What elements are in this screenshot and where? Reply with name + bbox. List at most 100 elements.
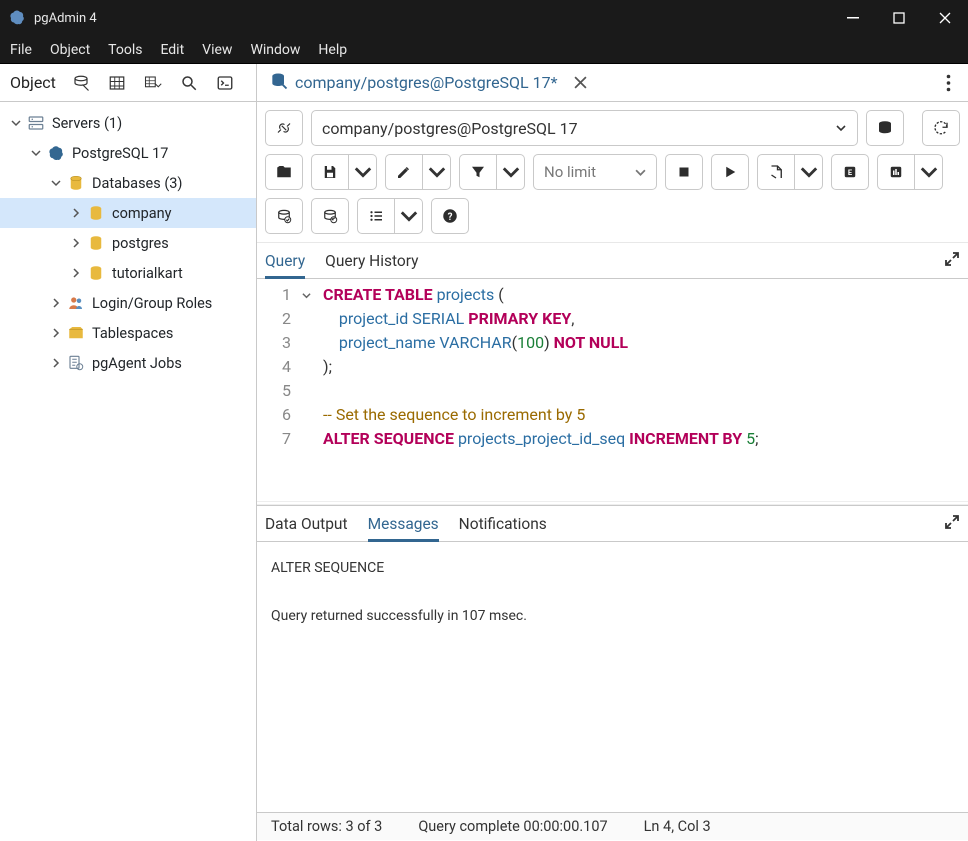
svg-text:?: ?: [448, 212, 453, 223]
menu-view[interactable]: View: [202, 42, 232, 58]
macro-button[interactable]: [877, 154, 915, 190]
macros-list-button[interactable]: [357, 198, 395, 234]
view-data-icon[interactable]: [100, 68, 134, 98]
reset-layout-button[interactable]: [922, 110, 960, 146]
status-cursor-pos: Ln 4, Col 3: [644, 818, 711, 835]
tree-pg17[interactable]: PostgreSQL 17: [0, 138, 256, 168]
code-area[interactable]: CREATE TABLE projects ( project_id SERIA…: [315, 279, 968, 501]
tree-label: tutorialkart: [112, 265, 183, 282]
chevron-right-icon[interactable]: [68, 235, 84, 251]
new-connection-button[interactable]: [866, 110, 904, 146]
tab-messages[interactable]: Messages: [368, 506, 439, 541]
tree-tablespaces[interactable]: Tablespaces: [0, 318, 256, 348]
servers-icon: [26, 113, 46, 133]
tab-query[interactable]: Query: [265, 243, 305, 278]
chevron-down-icon[interactable]: [8, 115, 24, 131]
tree-servers[interactable]: Servers (1): [0, 108, 256, 138]
chevron-down-icon: [635, 167, 646, 178]
rollback-button[interactable]: [311, 198, 349, 234]
menu-object[interactable]: Object: [50, 42, 90, 58]
sidebar-heading: Object: [6, 73, 62, 92]
window-close-button[interactable]: [922, 0, 968, 36]
tree-pgagent[interactable]: pgAgent Jobs: [0, 348, 256, 378]
edit-button[interactable]: [385, 154, 423, 190]
macro-dropdown[interactable]: [915, 154, 943, 190]
sql-editor[interactable]: 1 2 3 4 5 6 7 CREATE TABLE projects ( pr…: [257, 279, 968, 501]
chevron-right-icon[interactable]: [68, 265, 84, 281]
explain-button[interactable]: [757, 154, 795, 190]
document-tab[interactable]: company/postgres@PostgreSQL 17*: [265, 64, 594, 101]
edit-dropdown[interactable]: [423, 154, 451, 190]
database-icon: [86, 263, 106, 283]
explain-analyze-button[interactable]: E: [831, 154, 869, 190]
help-button[interactable]: ?: [431, 198, 469, 234]
explain-dropdown[interactable]: [795, 154, 823, 190]
tab-query-history[interactable]: Query History: [325, 243, 418, 278]
tree-label: PostgreSQL 17: [72, 145, 168, 162]
query-tool-icon[interactable]: [64, 68, 98, 98]
chevron-right-icon[interactable]: [68, 205, 84, 221]
chevron-down-icon[interactable]: [48, 175, 64, 191]
tree-label: postgres: [112, 235, 169, 252]
close-icon[interactable]: [572, 74, 590, 92]
chevron-right-icon[interactable]: [48, 325, 64, 341]
expand-output-icon[interactable]: [944, 514, 960, 534]
tree-login-roles[interactable]: Login/Group Roles: [0, 288, 256, 318]
tree-label: pgAgent Jobs: [92, 355, 182, 372]
fold-icon[interactable]: [297, 283, 315, 307]
limit-select[interactable]: No limit: [533, 154, 657, 190]
tree-db-postgres[interactable]: postgres: [0, 228, 256, 258]
chevron-down-icon[interactable]: [28, 145, 44, 161]
tab-data-output[interactable]: Data Output: [265, 506, 348, 541]
document-tabbar: company/postgres@PostgreSQL 17*: [257, 64, 968, 102]
tree-label: company: [112, 205, 171, 222]
stop-button[interactable]: [665, 154, 703, 190]
connection-select[interactable]: company/postgres@PostgreSQL 17: [311, 110, 858, 146]
save-file-dropdown[interactable]: [349, 154, 377, 190]
message-line: ALTER SEQUENCE: [271, 556, 954, 580]
query-tool-panel: company/postgres@PostgreSQL 17* company/…: [257, 64, 968, 841]
tree-label: Servers (1): [52, 115, 122, 132]
connection-toggle-button[interactable]: [265, 110, 303, 146]
menu-file[interactable]: File: [10, 42, 32, 58]
status-time: Query complete 00:00:00.107: [418, 818, 607, 835]
line-gutter: 1 2 3 4 5 6 7: [257, 279, 297, 501]
statusbar: Total rows: 3 of 3 Query complete 00:00:…: [257, 812, 968, 840]
commit-button[interactable]: [265, 198, 303, 234]
open-file-button[interactable]: [265, 154, 303, 190]
fold-gutter: [297, 279, 315, 501]
menu-edit[interactable]: Edit: [160, 42, 184, 58]
filter-dropdown[interactable]: [497, 154, 525, 190]
tablespace-icon: [66, 323, 86, 343]
search-objects-icon[interactable]: [172, 68, 206, 98]
execute-button[interactable]: [711, 154, 749, 190]
menu-window[interactable]: Window: [250, 42, 300, 58]
expand-editor-icon[interactable]: [944, 251, 960, 271]
menu-help[interactable]: Help: [318, 42, 347, 58]
database-icon: [66, 173, 86, 193]
tab-more-icon[interactable]: [936, 71, 960, 95]
window-maximize-button[interactable]: [876, 0, 922, 36]
window-minimize-button[interactable]: [830, 0, 876, 36]
chevron-right-icon[interactable]: [48, 355, 64, 371]
filtered-rows-icon[interactable]: [136, 68, 170, 98]
filter-button[interactable]: [459, 154, 497, 190]
titlebar: pgAdmin 4: [0, 0, 968, 36]
output-tabs: Data Output Messages Notifications: [257, 506, 968, 542]
message-line: Query returned successfully in 107 msec.: [271, 604, 954, 628]
tree-databases[interactable]: Databases (3): [0, 168, 256, 198]
menu-tools[interactable]: Tools: [108, 42, 142, 58]
window-title: pgAdmin 4: [34, 11, 830, 26]
psql-tool-icon[interactable]: [208, 68, 242, 98]
object-tree[interactable]: Servers (1) PostgreSQL 17 Databases (3) …: [0, 102, 256, 384]
status-rows: Total rows: 3 of 3: [271, 818, 382, 835]
chevron-down-icon: [835, 119, 847, 138]
save-file-button[interactable]: [311, 154, 349, 190]
macros-list-dropdown[interactable]: [395, 198, 423, 234]
tree-db-tutorialkart[interactable]: tutorialkart: [0, 258, 256, 288]
roles-icon: [66, 293, 86, 313]
messages-output: ALTER SEQUENCE Query returned successful…: [257, 542, 968, 812]
tree-db-company[interactable]: company: [0, 198, 256, 228]
tab-notifications[interactable]: Notifications: [459, 506, 547, 541]
chevron-right-icon[interactable]: [48, 295, 64, 311]
